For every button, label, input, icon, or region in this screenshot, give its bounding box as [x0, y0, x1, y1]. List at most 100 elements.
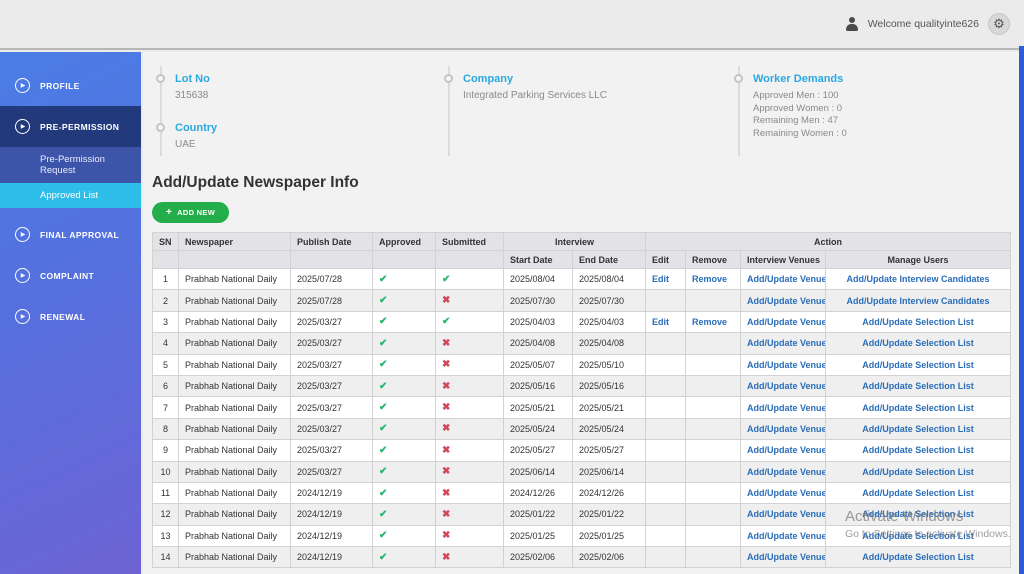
add-update-venue-link[interactable]: Add/Update Venue: [747, 467, 826, 477]
cell-manage-users: Add/Update Selection List: [826, 397, 1011, 418]
cell-remove: Remove: [686, 269, 741, 290]
cell-end-date: 2025/06/14: [573, 461, 646, 482]
play-circle-icon: ▶: [15, 119, 30, 134]
cell-publish-date: 2024/12/19: [291, 547, 373, 568]
play-circle-icon: ▶: [15, 78, 30, 93]
submitted-status: ✔: [436, 269, 504, 290]
add-update-venue-link[interactable]: Add/Update Venue: [747, 552, 826, 562]
add-update-venue-link[interactable]: Add/Update Venue: [747, 488, 826, 498]
cell-publish-date: 2025/03/27: [291, 311, 373, 332]
remaining-men-value: Remaining Men : 47: [753, 115, 847, 128]
sidebar-item-label: RENEWAL: [40, 312, 85, 322]
add-update-venue-link[interactable]: Add/Update Venue: [747, 317, 826, 327]
cell-newspaper: Prabhab National Daily: [179, 311, 291, 332]
cell-end-date: 2025/05/27: [573, 440, 646, 461]
add-update-venue-link[interactable]: Add/Update Venue: [747, 424, 826, 434]
cell-newspaper: Prabhab National Daily: [179, 375, 291, 396]
cell-newspaper: Prabhab National Daily: [179, 418, 291, 439]
add-update-venue-link[interactable]: Add/Update Venue: [747, 296, 826, 306]
sidebar-subitem-pre-permission-request[interactable]: Pre-Permission Request: [0, 147, 141, 183]
add-update-venue-link[interactable]: Add/Update Venue: [747, 531, 826, 541]
manage-users-link[interactable]: Add/Update Selection List: [862, 552, 974, 562]
cell-interview-venue: Add/Update Venue: [741, 354, 826, 375]
remove-link[interactable]: Remove: [692, 274, 727, 284]
manage-users-link[interactable]: Add/Update Selection List: [862, 360, 974, 370]
cell-publish-date: 2025/07/28: [291, 269, 373, 290]
col-header-interview-venues: Interview Venues: [741, 251, 826, 269]
sidebar-subitem-approved-list[interactable]: Approved List: [0, 183, 141, 208]
cell-start-date: 2024/12/26: [504, 482, 573, 503]
edit-link[interactable]: Edit: [652, 274, 669, 284]
check-icon: ✔: [379, 295, 387, 306]
manage-users-link[interactable]: Add/Update Selection List: [862, 488, 974, 498]
add-update-venue-link[interactable]: Add/Update Venue: [747, 360, 826, 370]
cell-edit: [646, 547, 686, 568]
cell-remove: [686, 397, 741, 418]
settings-gear-button[interactable]: ⚙: [988, 13, 1010, 35]
cell-manage-users: Add/Update Selection List: [826, 547, 1011, 568]
add-update-venue-link[interactable]: Add/Update Venue: [747, 381, 826, 391]
manage-users-link[interactable]: Add/Update Selection List: [862, 317, 974, 327]
cell-manage-users: Add/Update Selection List: [826, 418, 1011, 439]
cell-publish-date: 2024/12/19: [291, 482, 373, 503]
top-bar: Welcome qualityinte626 ⚙: [0, 0, 1024, 50]
col-header-blank: [179, 251, 291, 269]
cell-end-date: 2025/02/06: [573, 547, 646, 568]
cell-newspaper: Prabhab National Daily: [179, 269, 291, 290]
edit-link[interactable]: Edit: [652, 317, 669, 327]
add-update-venue-link[interactable]: Add/Update Venue: [747, 338, 826, 348]
manage-users-link[interactable]: Add/Update Selection List: [862, 509, 974, 519]
manage-users-link[interactable]: Add/Update Selection List: [862, 531, 974, 541]
cell-edit: [646, 375, 686, 396]
add-update-venue-link[interactable]: Add/Update Venue: [747, 445, 826, 455]
sidebar-item-complaint[interactable]: ▶ COMPLAINT: [0, 255, 141, 296]
sidebar-item-renewal[interactable]: ▶ RENEWAL: [0, 296, 141, 337]
cell-edit: Edit: [646, 269, 686, 290]
cell-interview-venue: Add/Update Venue: [741, 397, 826, 418]
table-row: 3 Prabhab National Daily 2025/03/27 ✔ ✔ …: [153, 311, 1011, 332]
sidebar-item-label: PRE-PERMISSION: [40, 122, 119, 132]
approved-status: ✔: [373, 418, 436, 439]
sidebar-item-label: PROFILE: [40, 81, 80, 91]
manage-users-link[interactable]: Add/Update Selection List: [862, 445, 974, 455]
worker-demands-values: Approved Men : 100 Approved Women : 0 Re…: [753, 90, 847, 140]
cell-end-date: 2025/07/30: [573, 290, 646, 311]
check-icon: ✔: [379, 509, 387, 520]
sidebar-item-pre-permission[interactable]: ▶ PRE-PERMISSION: [0, 106, 141, 147]
cell-sn: 14: [153, 547, 179, 568]
cell-edit: [646, 440, 686, 461]
manage-users-link[interactable]: Add/Update Interview Candidates: [847, 274, 990, 284]
manage-users-link[interactable]: Add/Update Selection List: [862, 381, 974, 391]
manage-users-link[interactable]: Add/Update Selection List: [862, 467, 974, 477]
cell-edit: [646, 333, 686, 354]
sidebar-item-final-approval[interactable]: ▶ FINAL APPROVAL: [0, 214, 141, 255]
cell-sn: 13: [153, 525, 179, 546]
manage-users-link[interactable]: Add/Update Selection List: [862, 403, 974, 413]
cell-newspaper: Prabhab National Daily: [179, 440, 291, 461]
submitted-status: ✖: [436, 482, 504, 503]
approved-status: ✔: [373, 375, 436, 396]
add-new-button[interactable]: + ADD NEW: [152, 202, 229, 223]
add-update-venue-link[interactable]: Add/Update Venue: [747, 403, 826, 413]
sidebar-item-profile[interactable]: ▶ PROFILE: [0, 65, 141, 106]
manage-users-link[interactable]: Add/Update Selection List: [862, 424, 974, 434]
add-update-venue-link[interactable]: Add/Update Venue: [747, 509, 826, 519]
cell-manage-users: Add/Update Selection List: [826, 354, 1011, 375]
submitted-status: ✖: [436, 375, 504, 396]
cell-publish-date: 2025/07/28: [291, 290, 373, 311]
cross-icon: ✖: [442, 402, 450, 413]
table-row: 7 Prabhab National Daily 2025/03/27 ✔ ✖ …: [153, 397, 1011, 418]
approved-status: ✔: [373, 311, 436, 332]
manage-users-link[interactable]: Add/Update Selection List: [862, 338, 974, 348]
cell-interview-venue: Add/Update Venue: [741, 333, 826, 354]
approved-status: ✔: [373, 290, 436, 311]
table-row: 11 Prabhab National Daily 2024/12/19 ✔ ✖…: [153, 482, 1011, 503]
cell-publish-date: 2025/03/27: [291, 461, 373, 482]
manage-users-link[interactable]: Add/Update Interview Candidates: [847, 296, 990, 306]
cell-sn: 9: [153, 440, 179, 461]
col-header-newspaper: Newspaper: [179, 233, 291, 251]
table-row: 1 Prabhab National Daily 2025/07/28 ✔ ✔ …: [153, 269, 1011, 290]
window-edge-strip: [1019, 46, 1024, 574]
remove-link[interactable]: Remove: [692, 317, 727, 327]
add-update-venue-link[interactable]: Add/Update Venue: [747, 274, 826, 284]
